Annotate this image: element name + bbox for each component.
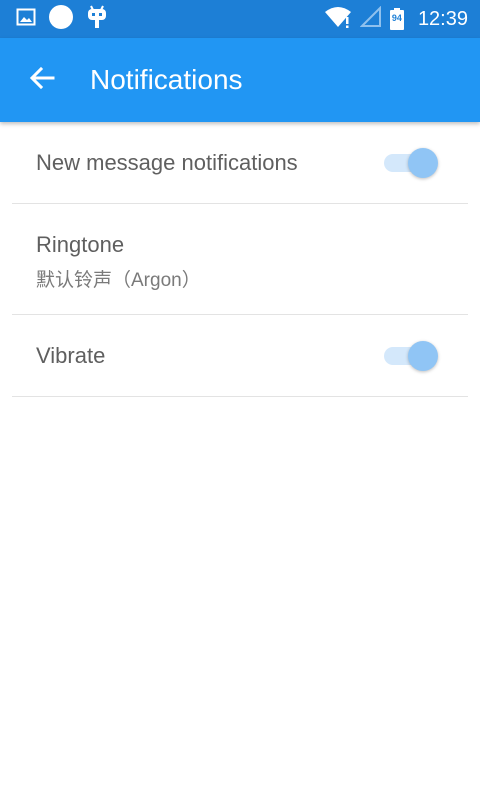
status-bar-right: 94 12:39 — [324, 5, 468, 33]
status-bar: 94 12:39 — [0, 0, 480, 38]
setting-ringtone[interactable]: Ringtone 默认铃声（Argon） — [12, 204, 468, 315]
settings-list: New message notifications Ringtone 默认铃声（… — [0, 122, 480, 397]
app-bar: Notifications — [0, 38, 480, 122]
android-robot-icon — [86, 5, 108, 33]
signal-icon — [359, 5, 382, 32]
new-message-notifications-toggle[interactable] — [384, 148, 438, 178]
toggle-thumb — [408, 148, 438, 178]
image-icon — [16, 7, 36, 31]
status-time: 12:39 — [417, 7, 468, 30]
setting-new-message-notifications[interactable]: New message notifications — [12, 122, 468, 204]
status-bar-left — [16, 4, 108, 34]
setting-title: Vibrate — [36, 343, 106, 368]
setting-subtitle: 默认铃声（Argon） — [36, 270, 201, 291]
battery-icon: 94 — [389, 8, 404, 30]
battery-level: 94 — [391, 13, 402, 23]
setting-title: Ringtone — [36, 232, 125, 257]
wifi-icon — [324, 5, 352, 33]
toggle-thumb — [408, 341, 438, 371]
arrow-back-icon — [28, 64, 56, 96]
back-button[interactable] — [20, 58, 64, 102]
circle-icon — [48, 4, 74, 34]
vibrate-toggle[interactable] — [384, 341, 438, 371]
setting-title: New message notifications — [36, 150, 298, 175]
page-title: Notifications — [90, 64, 243, 95]
setting-vibrate[interactable]: Vibrate — [12, 315, 468, 397]
